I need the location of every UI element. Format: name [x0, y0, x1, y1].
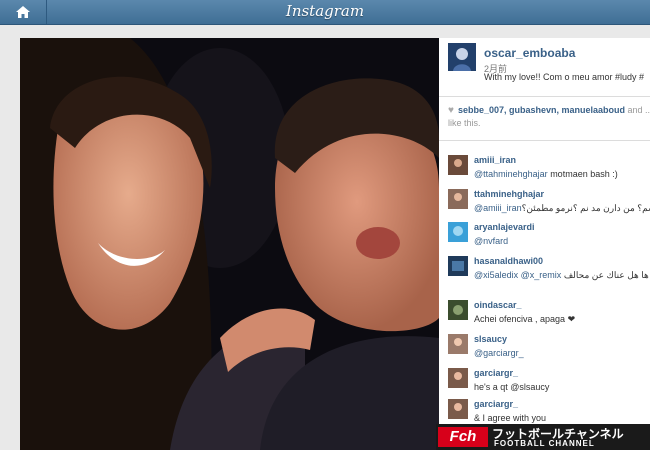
comment-mention[interactable]: @garciargr_	[474, 348, 524, 358]
commenter-avatar[interactable]	[448, 222, 468, 242]
divider	[439, 96, 650, 97]
comment-item: oindascar_ Achei ofenciva , apaga ❤	[448, 300, 650, 334]
heart-icon: ♥	[448, 105, 454, 116]
fch-logo-mark: Fch	[438, 427, 488, 447]
comment-mention[interactable]: @xi5aledix @x_remix	[474, 270, 561, 280]
likes-line: ♥ sebbe_007, gubashevn, manuelaaboud and …	[448, 104, 650, 129]
post-sidebar: oscar_emboaba 2月前 With my love!! Com o m…	[439, 38, 650, 450]
comment-text: he's a qt @slsaucy	[474, 382, 550, 392]
likers[interactable]: sebbe_007, gubashevn, manuelaaboud	[458, 105, 625, 115]
comment-mention[interactable]: @nvfard	[474, 236, 508, 246]
top-bar: Instagram	[0, 0, 650, 25]
commenter-avatar[interactable]	[448, 399, 468, 419]
comment-item: garciargr_ he's a qt @slsaucy	[448, 368, 650, 402]
app-title: Instagram	[285, 2, 365, 20]
owner-username[interactable]: oscar_emboaba	[484, 46, 575, 60]
comment-text: & I agree with you	[474, 413, 547, 423]
football-channel-watermark: Fch フットボールチャンネル FOOTBALL CHANNEL	[436, 424, 650, 450]
comment-text: @xi5aledix @x_remix اللاعبين اسكو الحسن …	[474, 270, 650, 280]
comment-mention[interactable]: @ttahminehghajar	[474, 169, 548, 179]
post-photo[interactable]	[20, 38, 439, 450]
comment-username[interactable]: aryanlajevardi	[474, 222, 535, 232]
watermark-en: FOOTBALL CHANNEL	[494, 439, 595, 448]
comment-username[interactable]: ttahminehghajar	[474, 189, 544, 199]
owner-avatar[interactable]	[448, 43, 476, 71]
comment-mention[interactable]: @amiii_iran	[474, 203, 522, 213]
comment-item: hasanaldhawi00 @xi5aledix @x_remix اللاع…	[448, 256, 650, 290]
comment-username[interactable]: amiii_iran	[474, 155, 516, 165]
comment-username[interactable]: garciargr_	[474, 399, 518, 409]
commenter-avatar[interactable]	[448, 368, 468, 388]
comment-username[interactable]: garciargr_	[474, 368, 518, 378]
commenter-avatar[interactable]	[448, 155, 468, 175]
post-caption: With my love!! Com o meu amor #ludy #	[484, 72, 645, 82]
commenter-avatar[interactable]	[448, 334, 468, 354]
comment-item: slsaucy @garciargr_	[448, 334, 650, 368]
comment-text: @ttahminehghajar motmaen bash :)	[474, 169, 618, 179]
commenter-avatar[interactable]	[448, 189, 468, 209]
comment-text: @amiii_iran؟ حالا مطمئنی باشم؟ من دارن م…	[474, 203, 650, 213]
comment-username[interactable]: oindascar_	[474, 300, 522, 310]
commenter-avatar[interactable]	[448, 256, 468, 276]
comment-item: aryanlajevardi @nvfard	[448, 222, 650, 256]
divider	[439, 140, 650, 141]
comment-text: @garciargr_	[474, 347, 524, 359]
post-card: oscar_emboaba 2月前 With my love!! Com o m…	[20, 38, 650, 450]
comment-username[interactable]: slsaucy	[474, 334, 507, 344]
comment-username[interactable]: hasanaldhawi00	[474, 256, 543, 266]
comment-item: ttahminehghajar @amiii_iran؟ حالا مطمئنی…	[448, 189, 650, 223]
comment-item: amiii_iran @ttahminehghajar motmaen bash…	[448, 155, 650, 189]
comment-text: @nvfard	[474, 235, 508, 247]
comment-text: Achei ofenciva , apaga ❤	[474, 314, 576, 324]
commenter-avatar[interactable]	[448, 300, 468, 320]
